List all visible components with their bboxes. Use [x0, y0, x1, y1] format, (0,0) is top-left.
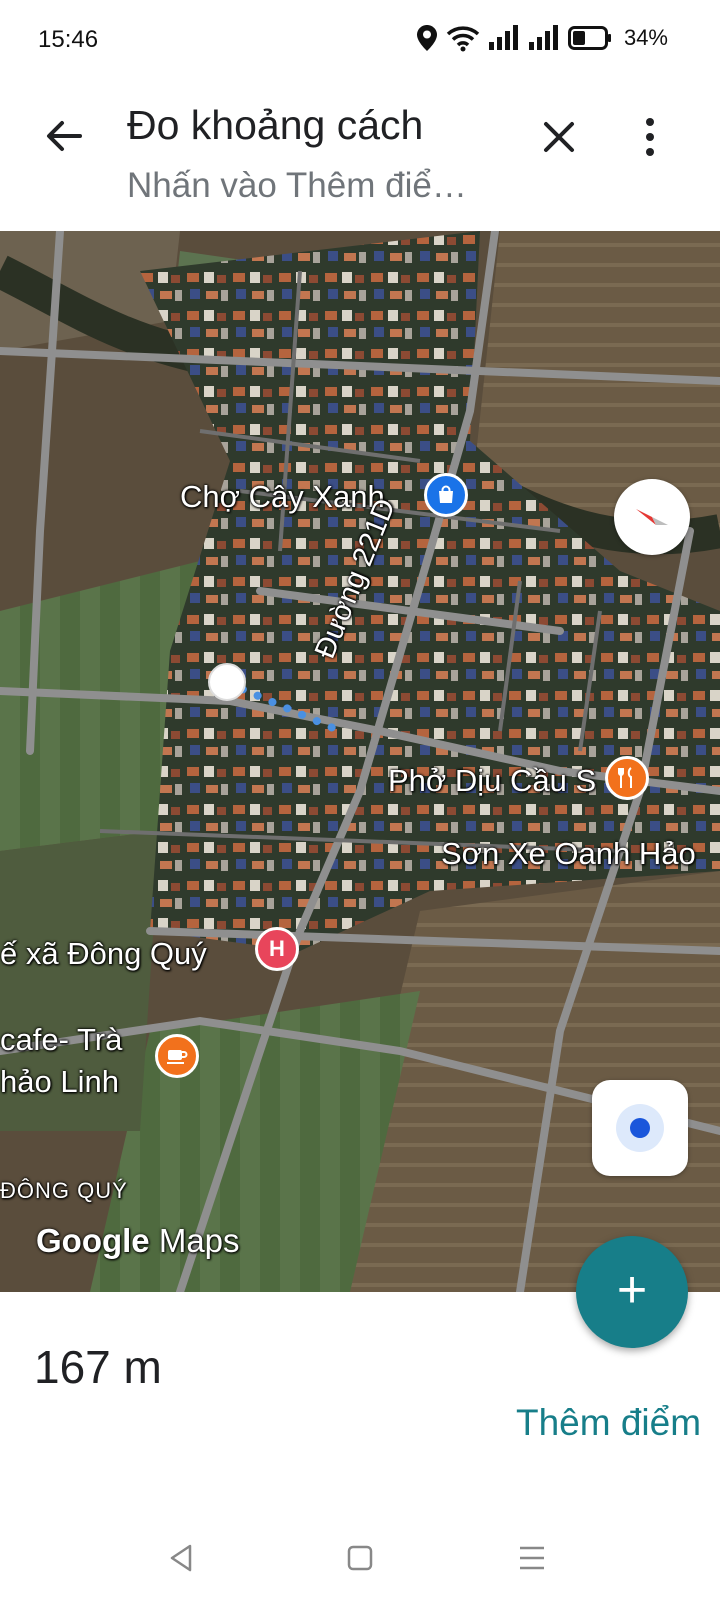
status-time: 15:46	[38, 26, 99, 53]
compass-button[interactable]	[614, 479, 690, 555]
status-icons: 34%	[416, 24, 668, 52]
battery-percent: 34%	[623, 25, 668, 50]
restaurant-icon[interactable]	[605, 756, 649, 800]
status-bar: 15:46 34%	[0, 0, 720, 84]
map-label-clinic[interactable]: ế xã Đông Quý	[0, 936, 207, 972]
nav-home-icon[interactable]	[340, 1538, 380, 1578]
plus-icon: +	[616, 1261, 648, 1319]
signal-icon	[528, 25, 558, 50]
distance-value: 167 m	[34, 1341, 162, 1393]
my-location-button[interactable]	[592, 1080, 688, 1176]
app-bar: Đo khoảng cách Nhấn vào Thêm điể…	[0, 84, 720, 231]
system-nav-bar	[0, 1512, 720, 1600]
page-title: Đo khoảng cách	[127, 102, 424, 148]
signal-icon	[488, 25, 518, 50]
google-maps-logo: Google Maps	[36, 1222, 240, 1259]
location-dot	[630, 1118, 650, 1138]
page-subtitle: Nhấn vào Thêm điể…	[127, 166, 467, 205]
cafe-icon[interactable]	[155, 1034, 199, 1078]
more-vert-icon[interactable]	[640, 116, 660, 158]
map-label-cafe-line1[interactable]: cafe- Trà	[0, 1022, 122, 1058]
compass-icon	[636, 509, 668, 525]
add-point-link[interactable]: Thêm điểm	[516, 1402, 701, 1444]
nav-menu-icon[interactable]	[512, 1538, 552, 1578]
map-label-area: ĐÔNG QUÝ	[0, 1178, 128, 1203]
map-label-son-xe[interactable]: Sơn Xe Oanh Hảo	[441, 836, 696, 872]
wifi-icon	[446, 26, 480, 52]
battery-icon	[567, 26, 611, 50]
add-point-button[interactable]: +	[576, 1236, 688, 1348]
hospital-icon[interactable]: H	[255, 927, 299, 971]
shopping-bag-icon[interactable]	[424, 473, 468, 517]
close-icon[interactable]	[538, 116, 580, 158]
location-icon	[416, 25, 437, 51]
map-label-pho[interactable]: Phở Dịu Cầu S	[388, 763, 596, 799]
map-label-cafe-line2[interactable]: hảo Linh	[0, 1064, 119, 1100]
nav-back-icon[interactable]	[162, 1538, 202, 1578]
map-label-market[interactable]: Chợ Cây Xanh	[180, 479, 385, 515]
back-arrow-icon[interactable]	[40, 112, 88, 160]
